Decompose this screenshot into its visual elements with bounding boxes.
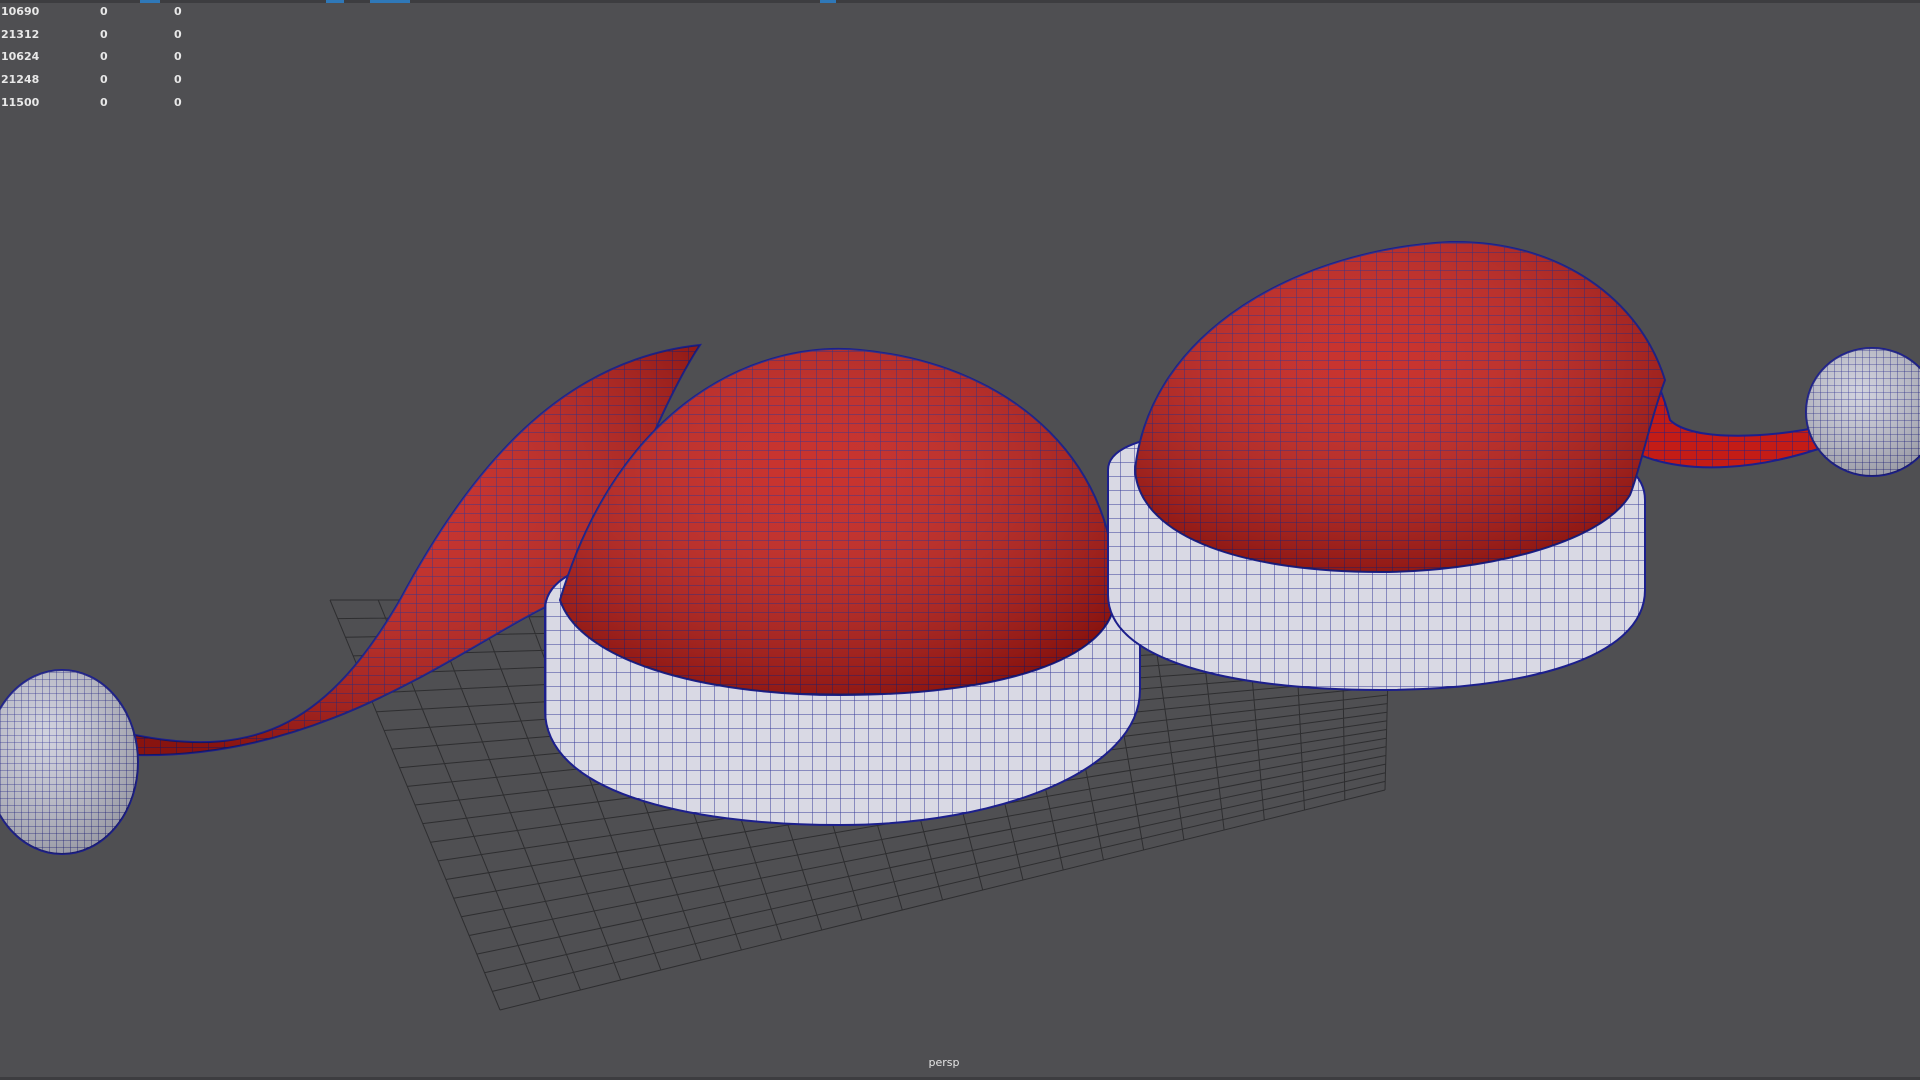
right-hat-dome-shade bbox=[1135, 241, 1665, 573]
left-santa-hat[interactable] bbox=[0, 343, 1141, 855]
camera-name-label: persp bbox=[928, 1056, 960, 1069]
maya-viewport[interactable]: 10690 0 0 21312 0 0 10624 0 0 21248 0 0 … bbox=[0, 0, 1920, 1080]
right-santa-hat[interactable] bbox=[1107, 240, 1920, 692]
right-hat-pompom-shade bbox=[1806, 348, 1920, 476]
scene-3d[interactable] bbox=[0, 0, 1920, 1080]
